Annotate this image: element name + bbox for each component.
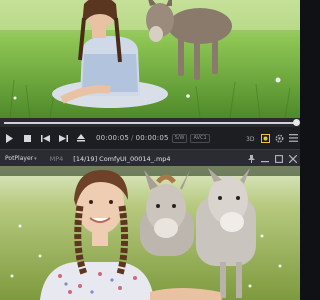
- video-frame-image: [0, 0, 300, 118]
- minimize-icon[interactable]: [258, 150, 272, 167]
- eject-icon[interactable]: [72, 129, 90, 147]
- video-frame-top[interactable]: [0, 0, 300, 118]
- gear-icon[interactable]: [272, 129, 286, 147]
- seek-progress-fill: [4, 122, 296, 124]
- chevron-down-icon: ▾: [34, 156, 37, 162]
- video-frame-image: [0, 166, 300, 300]
- stop-icon[interactable]: [18, 129, 36, 147]
- playlist-icon[interactable]: [286, 129, 300, 147]
- seek-thumb[interactable]: [293, 119, 300, 126]
- capture-icon[interactable]: [258, 129, 272, 147]
- app-menu-button[interactable]: PotPlayer▾: [5, 155, 37, 162]
- close-icon[interactable]: [286, 150, 300, 167]
- file-format: MP4: [49, 154, 64, 163]
- file-title: [14/19] ComfyUI_00014_.mp4: [73, 154, 171, 163]
- maximize-icon[interactable]: [272, 150, 286, 167]
- app-name: PotPlayer: [5, 155, 34, 162]
- audio-codec-badge[interactable]: AVC1: [190, 133, 210, 143]
- 3d-icon[interactable]: 3D: [244, 129, 258, 147]
- pin-icon[interactable]: [244, 150, 258, 167]
- video-frame-bottom[interactable]: [0, 166, 300, 300]
- time-display: 00:00:05/00:00:05: [96, 134, 169, 142]
- next-icon[interactable]: [54, 129, 72, 147]
- previous-icon[interactable]: [36, 129, 54, 147]
- control-bar: 00:00:05/00:00:05 S/W AVC1 3D: [0, 127, 300, 149]
- video-codec-badge[interactable]: S/W: [171, 133, 188, 143]
- time-total: 00:00:05: [135, 134, 169, 142]
- play-icon[interactable]: [0, 129, 18, 147]
- title-bar[interactable]: PotPlayer▾ MP4 [14/19] ComfyUI_00014_.mp…: [0, 149, 300, 167]
- seek-track[interactable]: [4, 119, 300, 126]
- seek-bar[interactable]: [0, 118, 300, 127]
- time-current: 00:00:05: [96, 134, 130, 142]
- svg-text:3D: 3D: [246, 136, 255, 142]
